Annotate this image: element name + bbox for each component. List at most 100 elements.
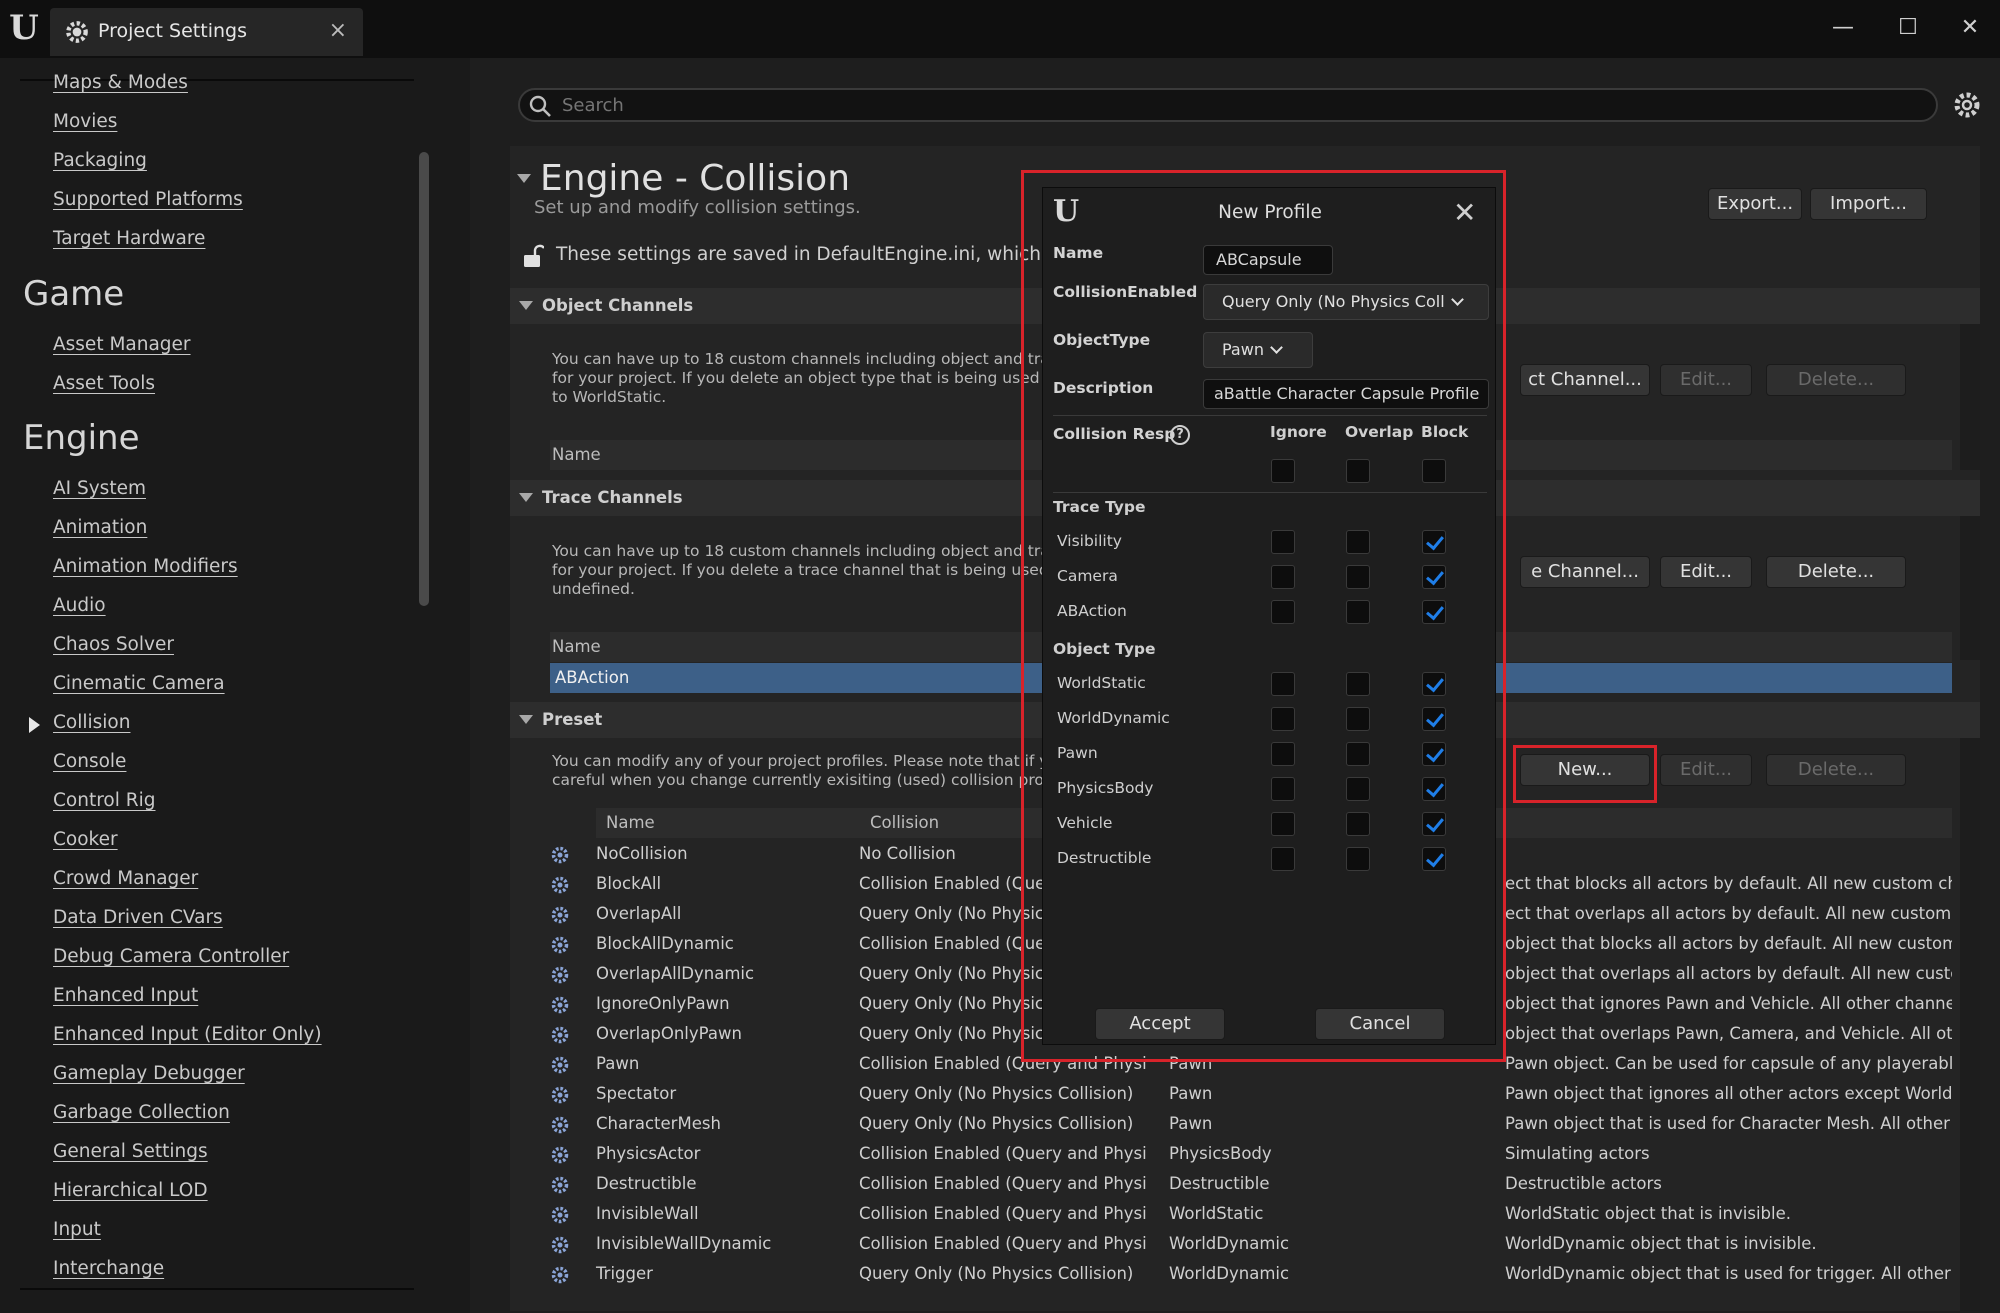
sidebar-item-collision[interactable]: Collision (53, 712, 130, 733)
profile-object-type: WorldDynamic (1169, 1234, 1290, 1253)
sidebar-item-supported-platforms[interactable]: Supported Platforms (53, 189, 243, 210)
sidebar-item-cinematic-camera[interactable]: Cinematic Camera (53, 673, 225, 694)
collision-profile-icon (551, 936, 569, 954)
profile-collision: Query Only (No Physics Collision) (859, 1084, 1134, 1103)
gear-icon[interactable] (1952, 90, 1982, 120)
sidebar-item-input[interactable]: Input (53, 1219, 101, 1240)
sidebar-item-animation-modifiers[interactable]: Animation Modifiers (53, 556, 238, 577)
sidebar-item-cooker[interactable]: Cooker (53, 829, 118, 850)
tab-close-icon[interactable]: × (329, 18, 347, 43)
sidebar-item-movies[interactable]: Movies (53, 111, 117, 132)
dialog-highlight (1021, 170, 1506, 1062)
profile-description: WorldDynamic object that is invisible. (1505, 1234, 1817, 1253)
page-subtitle: Set up and modify collision settings. (534, 197, 861, 218)
sidebar-item-enhanced-input-editor-only[interactable]: Enhanced Input (Editor Only) (53, 1024, 322, 1045)
maximize-button[interactable]: ☐ (1890, 12, 1926, 44)
title-bar: U Project Settings × — ☐ ✕ (0, 0, 2000, 58)
search-input[interactable] (562, 92, 1922, 118)
profile-name: CharacterMesh (596, 1114, 721, 1133)
sidebar-item-chaos-solver[interactable]: Chaos Solver (53, 634, 174, 655)
name-column-header: Name (606, 813, 655, 832)
sidebar-item-general-settings[interactable]: General Settings (53, 1141, 208, 1162)
profile-object-type: WorldStatic (1169, 1204, 1264, 1223)
delete-trace-channel-button[interactable]: Delete... (1766, 556, 1906, 588)
sidebar-item-maps-modes[interactable]: Maps & Modes (53, 72, 188, 93)
sidebar-item-data-driven-cvars[interactable]: Data Driven CVars (53, 907, 223, 928)
profile-collision: Collision Enabled (Query and Physi (859, 1204, 1147, 1223)
profile-name: Trigger (596, 1264, 653, 1283)
sidebar-item-ai-system[interactable]: AI System (53, 478, 146, 499)
sidebar-item-animation[interactable]: Animation (53, 517, 147, 538)
delete-object-channel-button[interactable]: Delete... (1766, 364, 1906, 396)
import-button[interactable]: Import... (1810, 188, 1927, 220)
sidebar-item-packaging[interactable]: Packaging (53, 150, 147, 171)
table-row[interactable]: Destructible Collision Enabled (Query and… (550, 1170, 1952, 1200)
selected-arrow-icon (29, 717, 40, 733)
profile-description: ect that overlaps all actors by default.… (1505, 904, 1952, 923)
collision-profile-icon (551, 1236, 569, 1254)
collision-profile-icon (551, 996, 569, 1014)
sidebar-heading-engine: Engine (23, 418, 140, 458)
profile-name: OverlapAll (596, 904, 682, 923)
sidebar-item-hierarchical-lod[interactable]: Hierarchical LOD (53, 1180, 208, 1201)
desc-line: You can modify any of your project profi… (552, 752, 1058, 770)
sidebar-item-garbage-collection[interactable]: Garbage Collection (53, 1102, 230, 1123)
sidebar-item-console[interactable]: Console (53, 751, 126, 772)
collision-column-header: Collision (870, 813, 940, 832)
profile-description: object that blocks all actors by default… (1505, 934, 1952, 953)
profile-description: WorldStatic object that is invisible. (1505, 1204, 1792, 1223)
table-row[interactable]: InvisibleWallDynamic Collision Enabled (Q… (550, 1230, 1952, 1260)
minimize-button[interactable]: — (1825, 12, 1861, 44)
section-side-bar (1960, 516, 1980, 660)
collision-profile-icon (551, 846, 569, 864)
sidebar-item-target-hardware[interactable]: Target Hardware (53, 228, 205, 249)
edit-trace-channel-button[interactable]: Edit... (1660, 556, 1752, 588)
sidebar-item-asset-tools[interactable]: Asset Tools (53, 373, 155, 394)
profile-collision: Collision Enabled (Query and Physi (859, 1174, 1147, 1193)
table-row[interactable]: InvisibleWall Collision Enabled (Query an… (550, 1200, 1952, 1230)
desc-line: undefined. (552, 580, 635, 598)
collision-profile-icon (551, 1176, 569, 1194)
sidebar-item-enhanced-input[interactable]: Enhanced Input (53, 985, 198, 1006)
table-row[interactable]: Spectator Query Only (No Physics Collisio… (550, 1080, 1952, 1110)
edit-profile-button[interactable]: Edit... (1660, 754, 1752, 786)
project-settings-tab[interactable]: Project Settings × (50, 8, 363, 56)
export-button[interactable]: Export... (1708, 188, 1802, 220)
collapse-arrow-icon (519, 715, 533, 724)
table-row[interactable]: PhysicsActor Collision Enabled (Query and… (550, 1140, 1952, 1170)
table-row[interactable]: CharacterMesh Query Only (No Physics Coll… (550, 1110, 1952, 1140)
sidebar-item-crowd-manager[interactable]: Crowd Manager (53, 868, 198, 889)
profile-description: object that overlaps Pawn, Camera, and V… (1505, 1024, 1952, 1043)
trace-channels-description: You can have up to 18 custom channels in… (552, 542, 1063, 599)
sidebar-item-interchange[interactable]: Interchange (53, 1258, 164, 1279)
collision-profile-icon (551, 966, 569, 984)
close-window-button[interactable]: ✕ (1952, 12, 1988, 44)
desc-line: You can have up to 18 custom channels in… (552, 350, 1059, 368)
new-object-channel-button[interactable]: ct Channel... (1520, 364, 1650, 396)
sidebar-item-debug-camera-controller[interactable]: Debug Camera Controller (53, 946, 289, 967)
profile-object-type: Pawn (1169, 1114, 1213, 1133)
edit-object-channel-button[interactable]: Edit... (1660, 364, 1752, 396)
desc-line: to WorldStatic. (552, 388, 667, 406)
profile-object-type: Pawn (1169, 1084, 1213, 1103)
profile-description: ect that blocks all actors by default. A… (1505, 874, 1952, 893)
sidebar-item-control-rig[interactable]: Control Rig (53, 790, 156, 811)
sidebar-scrollbar[interactable] (419, 152, 429, 606)
tab-title: Project Settings (98, 20, 247, 42)
new-trace-channel-button[interactable]: e Channel... (1520, 556, 1650, 588)
desc-line: for your project. If you delete an objec… (552, 369, 1064, 387)
delete-profile-button[interactable]: Delete... (1766, 754, 1906, 786)
profile-name: InvisibleWall (596, 1204, 699, 1223)
table-row[interactable]: Trigger Query Only (No Physics Collision)… (550, 1260, 1952, 1290)
profile-object-type: WorldDynamic (1169, 1264, 1290, 1283)
sidebar-item-gameplay-debugger[interactable]: Gameplay Debugger (53, 1063, 245, 1084)
search-box[interactable] (518, 88, 1938, 122)
sidebar-item-audio[interactable]: Audio (53, 595, 106, 616)
sidebar-item-asset-manager[interactable]: Asset Manager (53, 334, 191, 355)
profile-name: OverlapAllDynamic (596, 964, 755, 983)
profile-description: Pawn object. Can be used for capsule of … (1505, 1054, 1952, 1073)
profile-description: Simulating actors (1505, 1144, 1650, 1163)
object-channels-description: You can have up to 18 custom channels in… (552, 350, 1063, 407)
collision-profile-icon (551, 906, 569, 924)
collapse-arrow-icon[interactable] (517, 174, 531, 183)
